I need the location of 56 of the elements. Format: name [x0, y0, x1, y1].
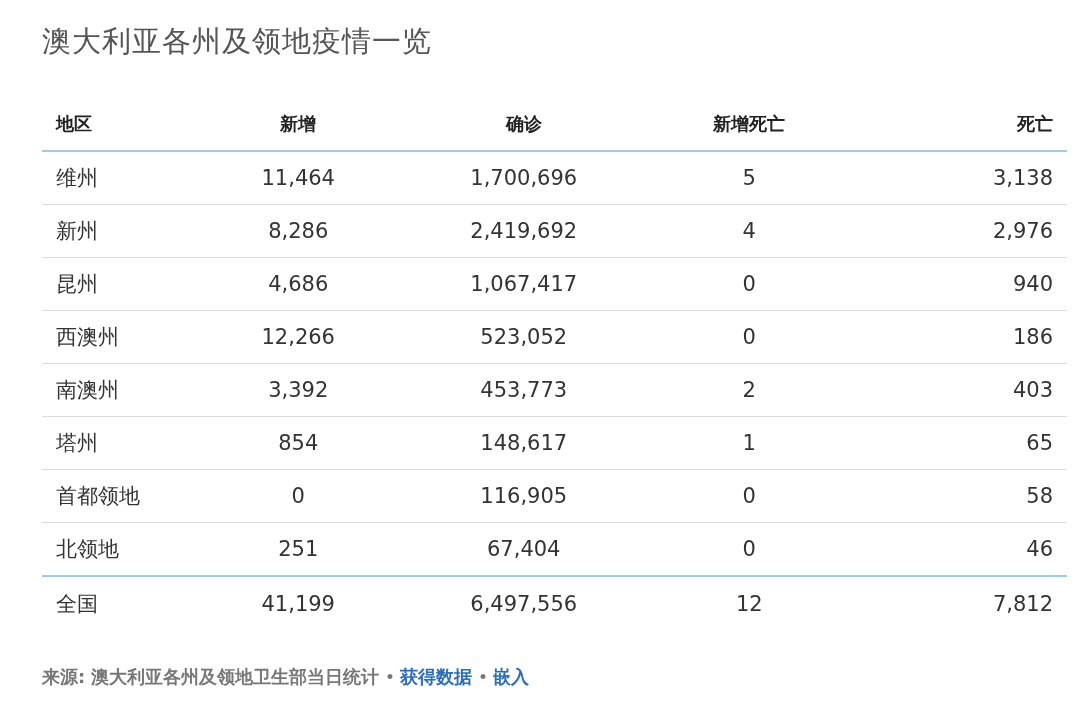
footer-link[interactable]: 获得数据	[400, 665, 473, 689]
table-cell: 4	[636, 204, 862, 258]
table-cell: 塔州	[42, 416, 186, 470]
table-cell: 8,286	[185, 204, 411, 258]
table-cell: 0	[636, 469, 862, 523]
table-cell: 4,686	[185, 257, 411, 311]
table-cell: 46	[862, 522, 1067, 576]
column-header: 地区	[42, 112, 186, 151]
table-cell: 67,404	[411, 522, 637, 576]
column-header: 新增死亡	[636, 112, 862, 151]
separator-dot: •	[478, 669, 488, 685]
table-cell: 148,617	[411, 416, 637, 470]
table-cell: 1,700,696	[411, 151, 637, 205]
table-cell: 昆州	[42, 257, 186, 311]
table-cell: 首都领地	[42, 469, 186, 523]
table-cell: 2,419,692	[411, 204, 637, 258]
table-cell: 5	[636, 151, 862, 205]
table-cell: 0	[636, 522, 862, 576]
table-cell: 523,052	[411, 310, 637, 364]
table-cell: 西澳州	[42, 310, 186, 364]
table-cell: 3,138	[862, 151, 1067, 205]
table-cell: 186	[862, 310, 1067, 364]
table-cell: 11,464	[185, 151, 411, 205]
table-cell: 453,773	[411, 363, 637, 417]
table-cell: 116,905	[411, 469, 637, 523]
table-cell: 251	[185, 522, 411, 576]
total-cell: 12	[636, 576, 862, 631]
chart-title: 澳大利亚各州及领地疫情一览	[42, 23, 433, 60]
total-cell: 41,199	[185, 576, 411, 631]
total-cell: 7,812	[862, 576, 1067, 631]
table-cell: 北领地	[42, 522, 186, 576]
table-cell: 58	[862, 469, 1067, 523]
footer-link[interactable]: 嵌入	[493, 665, 530, 689]
column-header: 确诊	[411, 112, 637, 151]
separator-dot: •	[385, 669, 395, 685]
total-cell: 全国	[42, 576, 186, 631]
column-header: 新增	[185, 112, 411, 151]
source-text: 来源: 澳大利亚各州及领地卫生部当日统计	[42, 665, 380, 689]
total-cell: 6,497,556	[411, 576, 637, 631]
table-cell: 0	[185, 469, 411, 523]
table-cell: 65	[862, 416, 1067, 470]
table-cell: 新州	[42, 204, 186, 258]
table-cell: 3,392	[185, 363, 411, 417]
table-cell: 1,067,417	[411, 257, 637, 311]
table-cell: 维州	[42, 151, 186, 205]
table-cell: 403	[862, 363, 1067, 417]
table-cell: 南澳州	[42, 363, 186, 417]
table-cell: 0	[636, 257, 862, 311]
column-header: 死亡	[862, 112, 1067, 151]
table-cell: 854	[185, 416, 411, 470]
table-cell: 2	[636, 363, 862, 417]
table-cell: 940	[862, 257, 1067, 311]
table-cell: 1	[636, 416, 862, 470]
table-cell: 12,266	[185, 310, 411, 364]
table-cell: 2,976	[862, 204, 1067, 258]
table-cell: 0	[636, 310, 862, 364]
